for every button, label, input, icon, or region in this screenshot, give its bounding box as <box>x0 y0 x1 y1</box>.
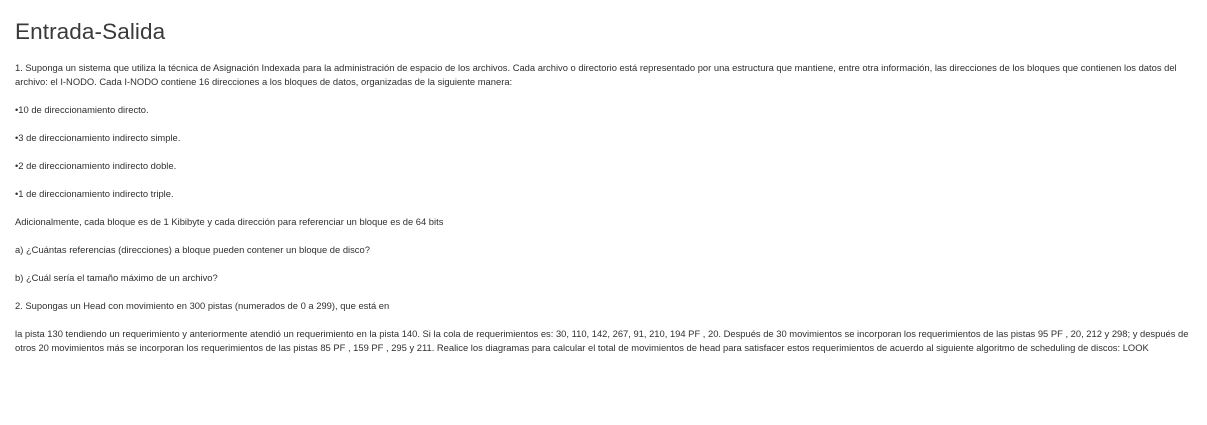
bullet-indirect-simple: •3 de direccionamiento indirecto simple. <box>15 132 181 143</box>
bullet-indirect-triple: •1 de direccionamiento indirecto triple. <box>15 188 174 199</box>
question-b: b) ¿Cuál sería el tamaño máximo de un ar… <box>15 272 218 283</box>
bullet-direct: •10 de direccionamiento directo. <box>15 104 149 115</box>
paragraph-question-1: 1. Suponga un sistema que utiliza la téc… <box>15 62 1177 87</box>
paragraph-question-2-intro: 2. Supongas un Head con movimiento en 30… <box>15 300 390 311</box>
page-title: Entrada-Salida <box>15 19 166 44</box>
bullet-indirect-double: •2 de direccionamiento indirecto doble. <box>15 160 177 171</box>
document-content: Entrada-Salida 1. Suponga un sistema que… <box>0 0 1207 355</box>
paragraph-block-size: Adicionalmente, cada bloque es de 1 Kibi… <box>15 216 444 227</box>
question-a: a) ¿Cuántas referencias (direcciones) a … <box>15 244 370 255</box>
paragraph-question-2-body: la pista 130 tendiendo un requerimiento … <box>15 328 1189 353</box>
